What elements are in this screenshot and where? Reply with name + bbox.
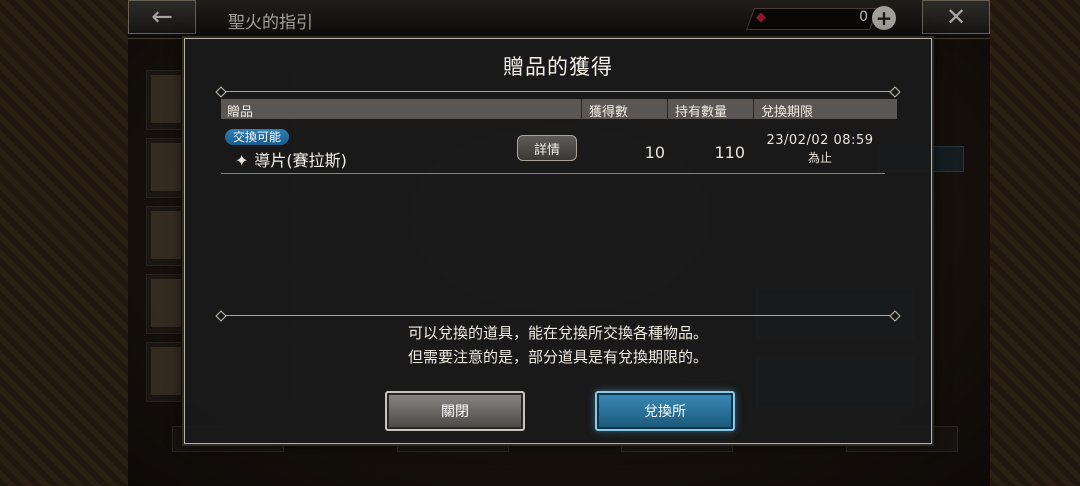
column-header-obtained: 獲得數 <box>589 105 629 120</box>
expiry-suffix: 為止 <box>807 151 832 165</box>
exchangeable-badge: 交換可能 <box>225 129 290 145</box>
item-name: 導片(賽拉斯) <box>254 151 347 170</box>
modal-title: 贈品的獲得 <box>503 55 613 79</box>
info-message-line2: 但需要注意的是，部分道具是有兌換期限的。 <box>407 348 708 366</box>
column-header-expiry: 兌換期限 <box>761 105 814 120</box>
reward-modal: 贈品的獲得 贈品 獲得數 持有數量 兌換期限 交換可能 ✦ 導片(賽拉斯) 詳情 … <box>184 38 932 444</box>
column-header-held: 持有數量 <box>675 105 728 120</box>
message-divider <box>221 315 895 316</box>
column-header-item: 贈品 <box>227 105 254 120</box>
info-message-line1: 可以兌換的道具，能在兌換所交換各種物品。 <box>407 324 708 342</box>
exchange-shop-button[interactable]: 兌換所 <box>595 391 735 431</box>
info-message: 可以兌換的道具，能在兌換所交換各種物品。 但需要注意的是，部分道具是有兌換期限的… <box>185 321 931 369</box>
close-button[interactable]: 關閉 <box>385 391 525 431</box>
row-divider <box>221 173 885 174</box>
title-divider <box>221 91 895 92</box>
obtained-count: 10 <box>644 143 665 162</box>
item-sparkle-icon: ✦ <box>235 151 249 170</box>
details-button[interactable]: 詳情 <box>517 135 577 161</box>
table-header: 贈品 獲得數 持有數量 兌換期限 <box>221 99 897 120</box>
item-name-cell: ✦ 導片(賽拉斯) <box>235 147 347 171</box>
expiry-date: 23/02/02 08:59 <box>766 133 874 148</box>
held-count: 110 <box>714 143 745 162</box>
